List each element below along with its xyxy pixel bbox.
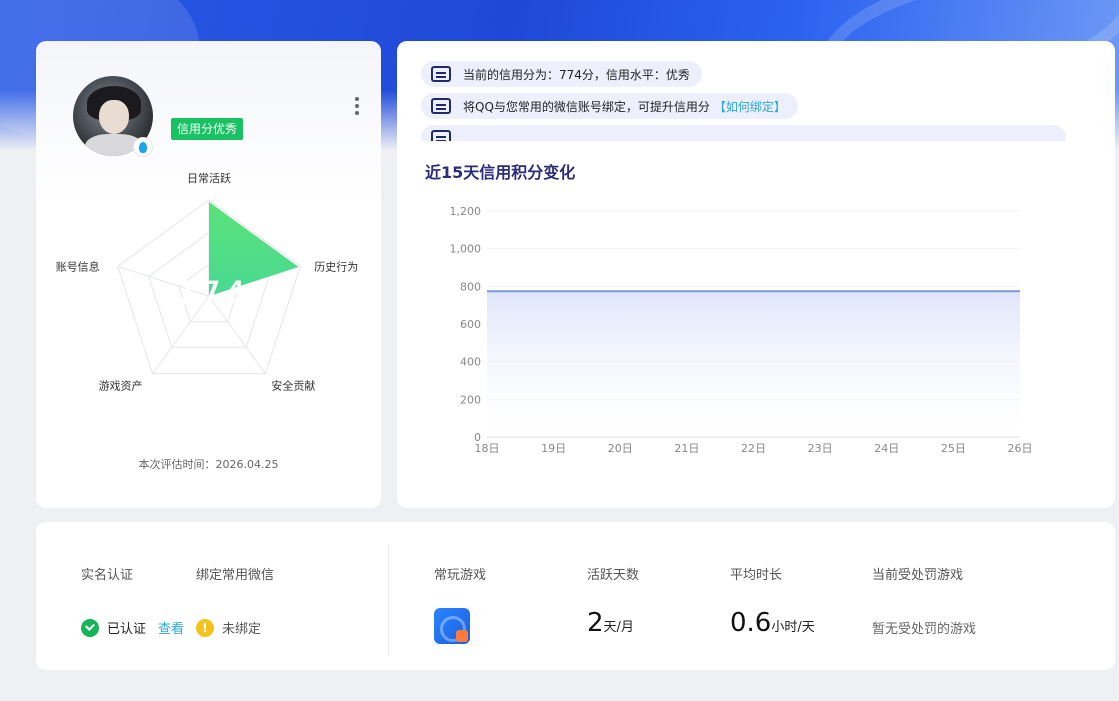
warning-icon: !	[196, 618, 214, 637]
x-tick-label: 19日	[541, 442, 566, 455]
x-tick-label: 20日	[608, 442, 633, 455]
x-tick-label: 18日	[475, 442, 500, 455]
punish-status-text: 暂无受处罚的游戏	[872, 622, 977, 637]
radar-axis-label: 安全贡献	[271, 379, 315, 393]
avg-time-value: 0.6小时/天	[730, 608, 815, 638]
credit-score-value: 774	[171, 274, 247, 320]
evaluation-time: 本次评估时间：2026.04.25	[138, 458, 279, 471]
profile-card: 信用分优秀 日常活跃历史行为安全贡献 游戏资产 账号信息 774 本次评估时间：202…	[36, 41, 381, 508]
x-tick-label: 22日	[741, 442, 766, 455]
y-tick-label: 400	[460, 356, 481, 369]
message-icon	[431, 130, 451, 141]
wechat-status-text: 未绑定	[222, 622, 262, 637]
games-label: 常玩游戏	[434, 568, 487, 583]
x-tick-label: 24日	[874, 442, 899, 455]
series-area	[487, 291, 1020, 437]
active-days-number: 2	[587, 608, 604, 638]
y-tick-label: 800	[460, 280, 481, 293]
tip-item: 将QQ与您常用的微信账号绑定，可提升信用分 【如何绑定】	[421, 93, 798, 119]
x-tick-label: 23日	[808, 442, 833, 455]
tip-text: 当前的信用分为：774分，信用水平：优秀	[463, 67, 690, 82]
y-tick-label: 200	[460, 393, 481, 406]
active-days-unit: 天/月	[603, 620, 634, 635]
y-tick-label: 1,000	[450, 243, 482, 256]
realname-status-text: 已认证	[107, 622, 147, 637]
radar-axis-label: 账号信息	[56, 259, 100, 273]
qq-icon	[133, 137, 153, 157]
account-info-card: 实名认证 绑定常用微信 已认证 查看 ! 未绑定 常玩游戏 活跃天数 平均时长 …	[36, 522, 1115, 670]
credit-line-chart: 02004006008001,0001,20018日 19日 20日 21日 22日 23…	[450, 205, 1033, 455]
view-link[interactable]: 查看	[158, 618, 184, 637]
radar-axis-label: 游戏资产	[99, 379, 143, 393]
tip-text: 将QQ与您常用的微信账号绑定，可提升信用分	[463, 99, 710, 114]
message-icon	[431, 66, 451, 82]
more-options-icon[interactable]	[352, 97, 362, 117]
active-days-value: 2天/月	[587, 608, 634, 638]
wechat-status: ! 未绑定	[196, 618, 261, 637]
credit-radar-chart: 日常活跃历史行为安全贡献 游戏资产 账号信息 774	[56, 171, 359, 393]
tip-item: 当前的信用分为：774分，信用水平：优秀	[421, 61, 702, 87]
chart-title: 近15天信用积分变化	[425, 163, 576, 182]
avg-time-unit: 小时/天	[771, 620, 815, 635]
game-app-icon[interactable]	[434, 608, 470, 644]
radar-axis-label: 历史行为	[314, 260, 358, 273]
punish-label: 当前受处罚游戏	[872, 568, 964, 583]
message-icon	[431, 98, 451, 114]
realname-status: 已认证 查看	[81, 618, 184, 637]
credit-trend-card: 当前的信用分为：774分，信用水平：优秀 将QQ与您常用的微信账号绑定，可提升信…	[397, 41, 1115, 508]
tip-item	[421, 125, 1066, 141]
credit-level-badge: 信用分优秀	[171, 118, 244, 140]
x-tick-label: 21日	[674, 442, 699, 455]
realname-label: 实名认证	[81, 568, 134, 583]
radar-axis-label: 日常活跃	[187, 171, 231, 185]
avg-time-number: 0.6	[730, 608, 772, 638]
x-tick-label: 25日	[941, 442, 966, 455]
x-tick-label: 26日	[1008, 442, 1033, 455]
check-circle-icon	[81, 618, 99, 637]
tips-list: 当前的信用分为：774分，信用水平：优秀 将QQ与您常用的微信账号绑定，可提升信…	[421, 61, 1101, 141]
divider	[388, 544, 389, 656]
how-to-bind-link[interactable]: 【如何绑定】	[714, 98, 786, 115]
y-tick-label: 1,200	[450, 205, 482, 218]
active-days-label: 活跃天数	[587, 568, 640, 583]
wechat-label: 绑定常用微信	[196, 568, 275, 583]
avg-time-label: 平均时长	[730, 568, 783, 583]
y-tick-label: 600	[460, 318, 481, 331]
